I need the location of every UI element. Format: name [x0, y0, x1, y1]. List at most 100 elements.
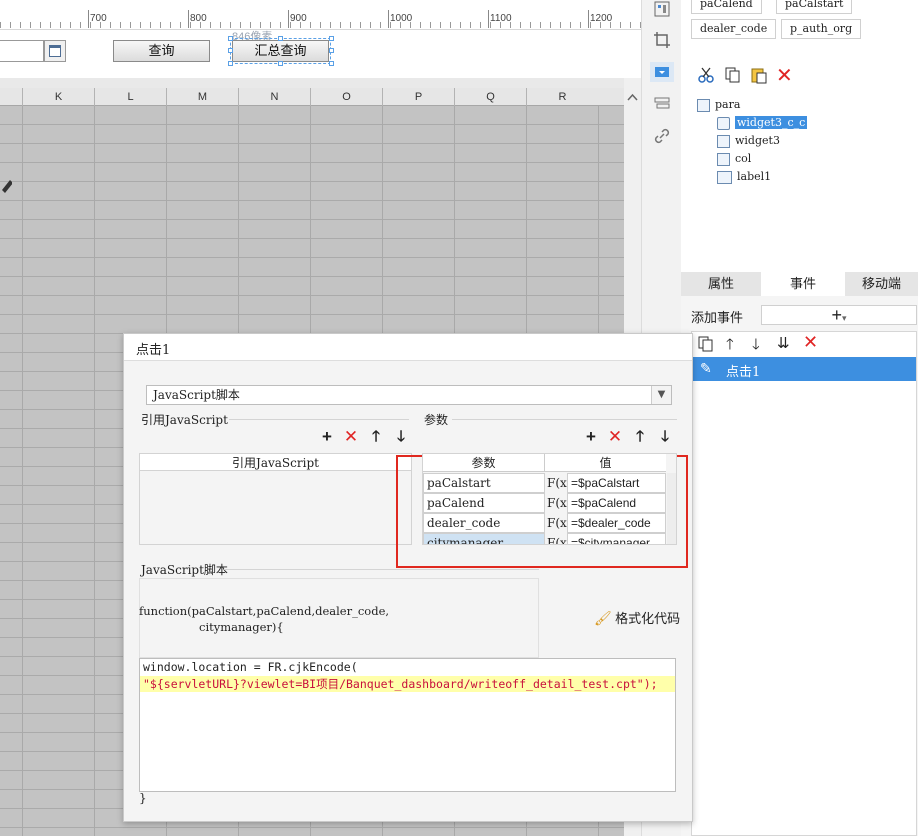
delete-param-button[interactable]: ✕	[607, 428, 623, 445]
delete-icon[interactable]: ✕	[776, 63, 793, 88]
formula-icon[interactable]: F(x)	[545, 493, 571, 513]
event-item-click1[interactable]: ✎ 点击1	[692, 357, 916, 381]
property-icon[interactable]	[653, 0, 671, 18]
move-down-param-button[interactable]: 🡓	[657, 429, 673, 445]
pencil-icon	[0, 176, 13, 196]
param-chip[interactable]: p_auth_org	[781, 19, 862, 39]
ref-js-title: 引用JavaScript	[141, 413, 228, 427]
tree-item-col[interactable]: col	[717, 150, 751, 167]
function-signature-line1: function(paCalstart,paCalend,dealer_code…	[139, 604, 390, 618]
param-chip[interactable]: paCalstart	[776, 0, 853, 14]
tree-root[interactable]: para	[697, 96, 740, 113]
label-widget-icon	[717, 170, 732, 184]
params-scrollbar[interactable]	[667, 473, 676, 544]
add-event-button[interactable]: +▾	[761, 305, 917, 325]
move-down-ref-button[interactable]: 🡓	[393, 429, 409, 445]
copy-event-icon[interactable]	[697, 335, 715, 353]
param-value-cell[interactable]: =$citymanager	[567, 533, 666, 544]
column-header[interactable]: Q	[454, 88, 526, 106]
tab-mobile[interactable]: 移动端	[845, 272, 918, 296]
param-chip[interactable]: dealer_code	[691, 19, 777, 39]
code-line-2: "${servletURL}?viewlet=BI项目/Banquet_dash…	[143, 677, 658, 691]
column-header[interactable]: L	[94, 88, 166, 106]
add-ref-button[interactable]: +	[319, 428, 335, 445]
ref-js-list[interactable]	[139, 471, 412, 545]
edit-icon: ✎	[700, 360, 712, 376]
param-name-cell[interactable]: citymanager	[423, 533, 545, 544]
copy-icon[interactable]	[724, 66, 742, 84]
function-signature-line2: citymanager){	[199, 620, 284, 634]
param-name-cell[interactable]: paCalstart	[423, 473, 545, 493]
date-input[interactable]	[0, 40, 44, 62]
selection-handle[interactable]	[228, 48, 233, 53]
delete-ref-button[interactable]: ✕	[343, 428, 359, 445]
formula-icon[interactable]: F(x)	[545, 533, 571, 544]
delete-event-icon[interactable]: ✕	[803, 332, 818, 353]
link-icon[interactable]	[653, 127, 671, 145]
column-headers: K L M N O P Q R	[0, 88, 624, 106]
param-value-header: 值	[545, 454, 666, 472]
dialog-title: 点击1	[136, 343, 171, 358]
selection-handle[interactable]	[278, 36, 283, 41]
param-value-cell[interactable]: =$paCalend	[567, 493, 666, 513]
closing-brace: }	[139, 791, 147, 805]
column-header[interactable]: R	[526, 88, 598, 106]
calendar-icon[interactable]	[44, 40, 66, 62]
add-param-button[interactable]: +	[583, 428, 599, 445]
move-bottom-icon[interactable]: ⇊	[777, 334, 790, 352]
params-table[interactable]: 参数 值 paCalstart F(x) =$paCalstart paCale…	[422, 453, 677, 545]
layer-icon[interactable]	[653, 95, 671, 113]
add-event-label: 添加事件	[691, 310, 744, 325]
column-header[interactable]: O	[310, 88, 382, 106]
column-header[interactable]: M	[166, 88, 238, 106]
brush-icon: 🖌	[594, 610, 612, 626]
move-up-param-button[interactable]: 🡑	[632, 429, 648, 445]
param-value-cell[interactable]: =$dealer_code	[567, 513, 666, 533]
params-title: 参数	[424, 413, 449, 427]
tree-item-widget3[interactable]: widget3	[717, 132, 780, 149]
selection-handle[interactable]	[228, 61, 233, 66]
tree-item-label1[interactable]: label1	[717, 168, 771, 185]
selection-handle[interactable]	[329, 61, 334, 66]
summary-query-button[interactable]: 汇总查询	[230, 38, 331, 64]
tab-properties[interactable]: 属性	[681, 272, 761, 296]
selection-handle[interactable]	[228, 36, 233, 41]
selection-handle[interactable]	[329, 48, 334, 53]
move-up-ref-button[interactable]: 🡑	[368, 429, 384, 445]
param-value-cell[interactable]: =$paCalstart	[567, 473, 666, 493]
right-panel: paCalend paCalstart dealer_code p_auth_o…	[681, 0, 918, 836]
column-header[interactable]: P	[382, 88, 454, 106]
code-editor[interactable]: window.location = FR.cjkEncode( "${servl…	[139, 658, 676, 792]
tree-item-widget3-c-c[interactable]: widget3_c_c	[717, 114, 808, 131]
formula-icon[interactable]: F(x)	[545, 513, 571, 533]
parameter-bar: 查询 846像素 汇总查询	[0, 30, 641, 78]
js-script-title: JavaScript脚本	[141, 563, 228, 577]
param-name-header: 参数	[423, 454, 545, 472]
arrow-up-icon[interactable]: 🡑	[726, 334, 734, 359]
param-name-cell[interactable]: dealer_code	[423, 513, 545, 533]
query-button[interactable]: 查询	[113, 40, 210, 62]
selection-handle[interactable]	[329, 36, 334, 41]
param-name-cell[interactable]: paCalend	[423, 493, 545, 513]
code-line-1: window.location = FR.cjkEncode(	[143, 660, 358, 674]
panel-tabs: 属性 事件 移动端	[681, 272, 918, 296]
search-widget-icon	[717, 116, 730, 130]
param-chip[interactable]: paCalend	[691, 0, 762, 14]
form-icon	[697, 98, 710, 112]
column-header[interactable]: N	[238, 88, 310, 106]
search-widget-icon	[717, 134, 730, 148]
arrow-down-icon[interactable]: 🡓	[752, 334, 760, 359]
crop-icon[interactable]	[653, 31, 671, 49]
cut-icon[interactable]	[697, 66, 715, 84]
paste-icon[interactable]	[750, 66, 768, 84]
widget-icon[interactable]	[653, 63, 671, 81]
event-list	[691, 331, 917, 836]
selection-handle[interactable]	[278, 61, 283, 66]
tab-events[interactable]: 事件	[761, 272, 845, 296]
format-code-button[interactable]: 🖌 格式化代码	[594, 608, 680, 627]
formula-icon[interactable]: F(x)	[545, 473, 571, 493]
chevron-down-icon[interactable]: ▼	[651, 386, 671, 404]
chevron-up-icon[interactable]	[624, 90, 641, 106]
column-header[interactable]: K	[22, 88, 94, 106]
script-type-select[interactable]: JavaScript脚本 ▼	[146, 385, 672, 405]
